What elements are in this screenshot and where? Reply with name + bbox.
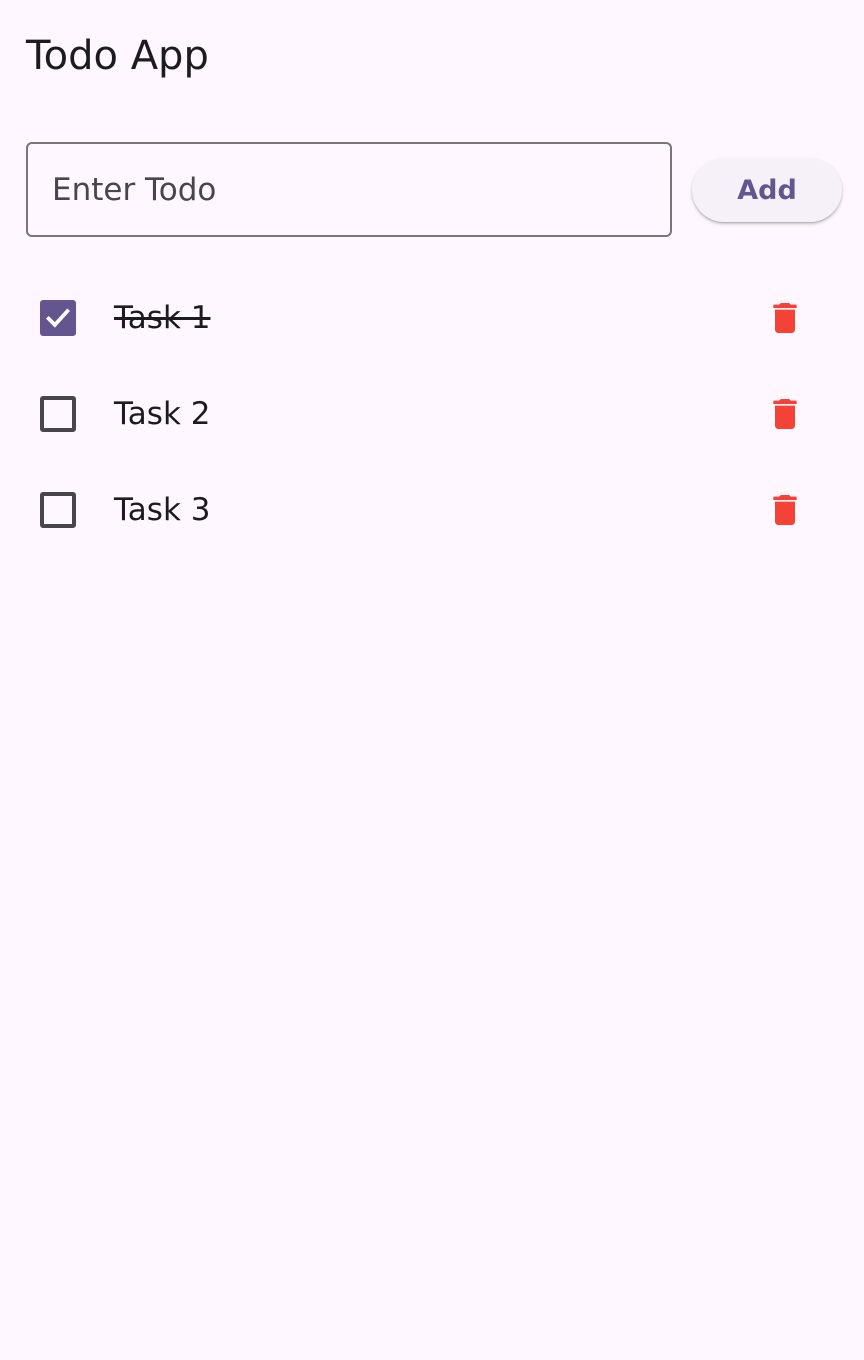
todo-label: Task 3	[114, 492, 211, 528]
todo-input[interactable]	[26, 142, 672, 237]
todo-label: Task 2	[114, 396, 211, 432]
trash-icon	[773, 495, 797, 525]
todo-label: Task 1	[114, 300, 211, 336]
check-icon	[45, 308, 71, 328]
todo-checkbox[interactable]	[40, 492, 76, 528]
list-item: Task 1	[0, 270, 864, 366]
trash-icon	[773, 303, 797, 333]
delete-button[interactable]	[760, 390, 810, 440]
delete-button[interactable]	[760, 294, 810, 344]
page-title: Todo App	[26, 33, 209, 79]
delete-button[interactable]	[760, 486, 810, 536]
todo-list: Task 1 Task 2 Task 3	[0, 270, 864, 558]
list-item: Task 3	[0, 462, 864, 558]
list-item: Task 2	[0, 366, 864, 462]
add-button[interactable]: Add	[692, 158, 842, 222]
todo-checkbox[interactable]	[40, 300, 76, 336]
todo-checkbox[interactable]	[40, 396, 76, 432]
add-todo-row: Add	[26, 142, 842, 238]
trash-icon	[773, 399, 797, 429]
